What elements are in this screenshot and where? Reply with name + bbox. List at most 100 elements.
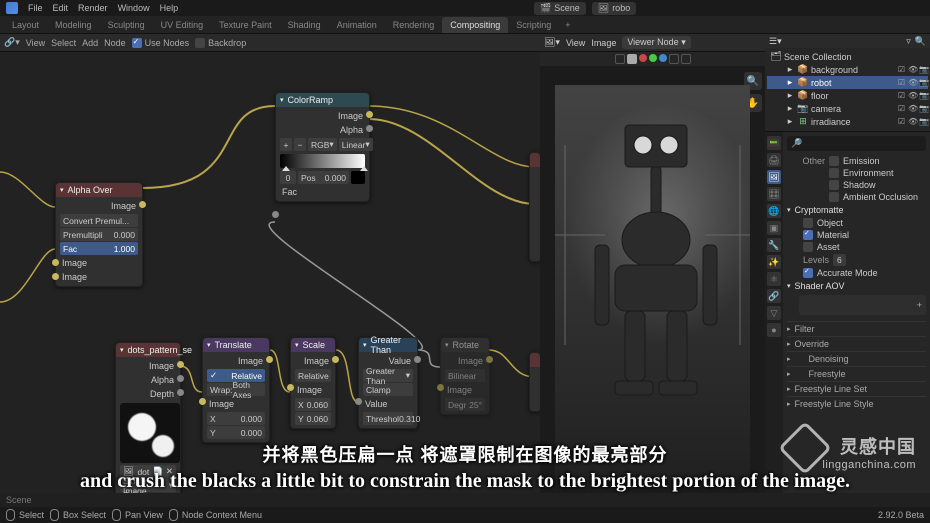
menu-window[interactable]: Window: [118, 3, 150, 13]
rotate-degrees[interactable]: Degr25°: [445, 398, 485, 411]
colorramp-add-button[interactable]: +: [280, 138, 292, 151]
properties-search[interactable]: 🔎: [787, 136, 926, 151]
channel-buttons[interactable]: [615, 54, 691, 64]
outliner-item-irradiance[interactable]: ▸⊞irradiance☑👁📷: [767, 115, 928, 128]
convert-premul-toggle[interactable]: Convert Premul...: [60, 214, 138, 227]
prop-tab-world[interactable]: 🌐: [767, 204, 781, 218]
node-colorramp[interactable]: ▾ColorRamp Image Alpha + − RGB ▾ Linear …: [275, 92, 370, 202]
prop-tab-physics[interactable]: ⚛: [767, 272, 781, 286]
translate-y[interactable]: Y0.000: [207, 426, 265, 439]
prop-tab-modifier[interactable]: 🔧: [767, 238, 781, 252]
tab-shading[interactable]: Shading: [280, 17, 329, 33]
section-shader-aov[interactable]: ▾Shader AOV: [787, 279, 926, 293]
section-override[interactable]: ▸Override: [787, 336, 926, 351]
scale-space[interactable]: Relative: [295, 369, 331, 382]
colorramp-gradient[interactable]: [280, 154, 365, 168]
image-menu-image[interactable]: Image: [591, 38, 616, 48]
node-offscreen-2[interactable]: [529, 352, 540, 412]
section-cryptomatte[interactable]: ▾Cryptomatte: [787, 203, 926, 217]
tab-layout[interactable]: Layout: [4, 17, 47, 33]
properties-search-input[interactable]: [806, 139, 923, 149]
node-alpha-over[interactable]: ▾Alpha Over Image Convert Premul... Prem…: [55, 182, 143, 287]
crypto-material[interactable]: Material: [787, 229, 926, 241]
outliner-tree[interactable]: 🗂Scene Collection ▸📦background☑👁📷 ▸📦robo…: [765, 48, 930, 130]
outliner-item-robot[interactable]: ▸📦robot☑👁📷: [767, 76, 928, 89]
node-greater-than[interactable]: ▾Greater Than Value Greater Than ▾ Clamp…: [358, 337, 418, 429]
prop-tab-material[interactable]: ●: [767, 323, 781, 337]
scale-y[interactable]: Y0.060: [295, 412, 331, 425]
backdrop-checkbox[interactable]: Backdrop: [195, 38, 246, 48]
crypto-accurate[interactable]: Accurate Mode: [787, 267, 926, 279]
tab-modeling[interactable]: Modeling: [47, 17, 100, 33]
rotate-filter[interactable]: Bilinear: [445, 369, 485, 382]
outliner-item-floor[interactable]: ▸📦floor☑👁📷: [767, 89, 928, 102]
outliner-filter-icon[interactable]: ▿: [906, 36, 911, 47]
menu-render[interactable]: Render: [78, 3, 108, 13]
section-denoising[interactable]: ▸Denoising: [787, 351, 926, 366]
prop-tab-constraints[interactable]: 🔗: [767, 289, 781, 303]
section-filter[interactable]: ▸Filter: [787, 321, 926, 336]
prop-tab-particles[interactable]: ✨: [767, 255, 781, 269]
pass-shadow[interactable]: Shadow: [829, 179, 926, 191]
tab-texture-paint[interactable]: Texture Paint: [211, 17, 280, 33]
premultiply-field[interactable]: Premultipli0.000: [60, 228, 138, 241]
pass-ao[interactable]: Ambient Occlusion: [829, 191, 926, 203]
image-viewport[interactable]: 🔍 ✋: [540, 66, 765, 493]
node-rotate[interactable]: ▾Rotate Image Bilinear Image Degr25°: [440, 337, 490, 415]
outliner-type-icon[interactable]: ☰▾: [769, 36, 782, 47]
scale-x[interactable]: X0.060: [295, 398, 331, 411]
math-threshold[interactable]: Threshol0.310: [363, 412, 413, 425]
colorramp-mode-b[interactable]: Linear ▾: [339, 138, 373, 151]
outliner-scene-collection[interactable]: 🗂Scene Collection: [767, 50, 928, 63]
pass-emission[interactable]: Emission: [829, 155, 926, 167]
use-nodes-checkbox[interactable]: Use Nodes: [132, 38, 190, 48]
editor-type-icon[interactable]: 🔗▾: [4, 37, 20, 48]
node-editor-canvas[interactable]: ▾Alpha Over Image Convert Premul... Prem…: [0, 52, 540, 493]
tab-rendering[interactable]: Rendering: [385, 17, 443, 33]
image-menu-view[interactable]: View: [566, 38, 585, 48]
colorramp-mode-a[interactable]: RGB ▾: [308, 138, 337, 151]
node-dots-pattern[interactable]: ▾dots_pattern_se Image Alpha Depth 🖼 dot…: [115, 342, 181, 493]
tab-animation[interactable]: Animation: [329, 17, 385, 33]
outliner-item-camera[interactable]: ▸📷camera☑👁📷: [767, 102, 928, 115]
aov-add-button[interactable]: +: [917, 300, 922, 310]
section-freestyle[interactable]: ▸Freestyle: [787, 366, 926, 381]
colorramp-index[interactable]: 0: [280, 171, 296, 184]
colorramp-remove-button[interactable]: −: [294, 138, 306, 151]
compositor-menu-add[interactable]: Add: [82, 38, 98, 48]
translate-wrap[interactable]: Wrap: Both Axes: [207, 383, 265, 396]
prop-tab-object[interactable]: ▣: [767, 221, 781, 235]
pass-environment[interactable]: Environment: [829, 167, 926, 179]
scene-selector[interactable]: 🎬Scene: [534, 2, 586, 15]
prop-tab-data[interactable]: ▽: [767, 306, 781, 320]
compositor-menu-view[interactable]: View: [26, 38, 45, 48]
prop-tab-scene[interactable]: 🎛: [767, 187, 781, 201]
translate-x[interactable]: X0.000: [207, 412, 265, 425]
tab-compositing[interactable]: Compositing: [442, 17, 508, 33]
crypto-object[interactable]: Object: [787, 217, 926, 229]
image-datablock-selector[interactable]: Viewer Node ▾: [622, 36, 690, 49]
node-scale[interactable]: ▾Scale Image Relative Image X0.060 Y0.06…: [290, 337, 336, 429]
crypto-levels[interactable]: 6: [833, 254, 846, 266]
node-offscreen-1[interactable]: [529, 152, 540, 262]
menu-file[interactable]: File: [28, 3, 43, 13]
image-editor-type-icon[interactable]: 🖼▾: [544, 37, 560, 48]
prop-tab-viewlayer[interactable]: 🖼: [767, 170, 781, 184]
prop-tab-output[interactable]: 🖨: [767, 153, 781, 167]
node-translate[interactable]: ▾Translate Image ✓ Relative Wrap: Both A…: [202, 337, 270, 443]
tab-scripting[interactable]: Scripting: [508, 17, 559, 33]
colorramp-pos[interactable]: Pos0.000: [298, 171, 349, 184]
math-operation[interactable]: Greater Than ▾: [363, 369, 413, 382]
compositor-menu-node[interactable]: Node: [104, 38, 126, 48]
section-freestyle-linestyle[interactable]: ▸Freestyle Line Style: [787, 396, 926, 411]
fac-field[interactable]: Fac1.000: [60, 242, 138, 255]
add-workspace-button[interactable]: +: [559, 20, 576, 30]
outliner-item-background[interactable]: ▸📦background☑👁📷: [767, 63, 928, 76]
compositor-menu-select[interactable]: Select: [51, 38, 76, 48]
tab-sculpting[interactable]: Sculpting: [100, 17, 153, 33]
tab-uv-editing[interactable]: UV Editing: [153, 17, 212, 33]
menu-edit[interactable]: Edit: [53, 3, 69, 13]
section-freestyle-lineset[interactable]: ▸Freestyle Line Set: [787, 381, 926, 396]
crypto-asset[interactable]: Asset: [787, 241, 926, 253]
outliner-search-icon[interactable]: 🔍: [915, 36, 926, 47]
